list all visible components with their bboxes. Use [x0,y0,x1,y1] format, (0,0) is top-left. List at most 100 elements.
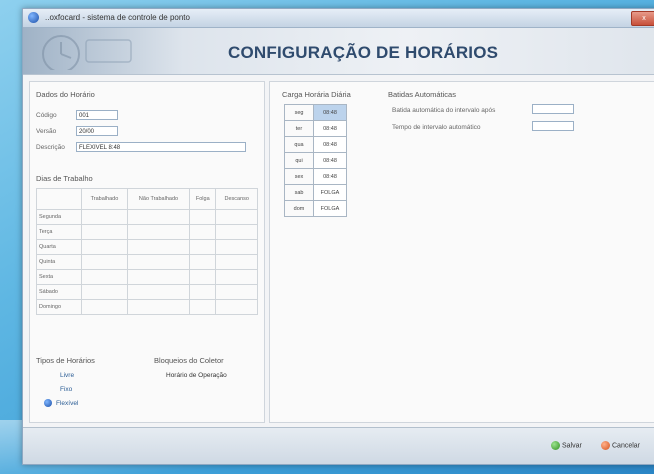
cell[interactable] [215,209,258,225]
bloqueio-horario-operacao[interactable]: Horário de Operação [166,372,227,379]
cell[interactable] [126,284,191,300]
cell[interactable] [81,254,128,270]
section-batidas-automaticas: Batidas Automáticas [388,90,456,99]
table-row[interactable]: Sábado [36,284,258,300]
hours-cell[interactable]: FOLGA [313,184,347,201]
cell[interactable] [189,239,217,255]
daily-hours-table: seg 08:48 ter 08:48 qua 08:48 qui 08:48 sex 0… [284,104,347,217]
salvar-label: Salvar [562,442,582,450]
section-tipos-horarios: Tipos de Horários [36,356,95,365]
table-row[interactable]: ter 08:48 [284,120,347,137]
hours-cell[interactable]: 08:48 [313,104,347,121]
cell[interactable] [189,269,217,285]
hours-cell[interactable]: 08:48 [313,152,347,169]
hours-cell[interactable]: 08:48 [313,168,347,185]
hours-cell[interactable]: FOLGA [313,200,347,217]
col-nao-trabalhado: Não Trabalhado [126,188,191,210]
window-title: ..oxfocard - sistema de controle de pont… [45,13,190,22]
tipo-flexivel-option[interactable]: Flexível [56,400,78,407]
tempo-intervalo-label: Tempo de intervalo automático [392,124,481,131]
cancel-icon [601,441,610,450]
app-icon [28,12,39,23]
left-panel: Dados do Horário Código 001 Versão 20/00… [29,81,265,423]
cell[interactable] [189,254,217,270]
section-dados-horario: Dados do Horário [36,90,95,99]
cell[interactable] [126,299,191,315]
cell[interactable] [215,299,258,315]
day-label: Sábado [36,284,82,300]
cell[interactable] [81,209,128,225]
cell[interactable] [81,269,128,285]
versao-label: Versão [36,128,57,135]
cell[interactable] [126,254,191,270]
cell[interactable] [126,224,191,240]
day-cell: dom [284,200,314,217]
batida-intervalo-field[interactable] [532,104,574,114]
cell[interactable] [126,239,191,255]
cell[interactable] [81,299,128,315]
section-bloqueios-coletor: Bloqueios do Coletor [154,356,224,365]
cell[interactable] [189,209,217,225]
day-label: Quinta [36,254,82,270]
table-row[interactable]: Segunda [36,209,258,225]
table-row[interactable]: qui 08:48 [284,152,347,169]
table-row[interactable]: Quarta [36,239,258,255]
day-cell: qua [284,136,314,153]
grid-corner [36,188,82,210]
cell[interactable] [215,239,258,255]
day-label: Sexta [36,269,82,285]
cell[interactable] [189,224,217,240]
hours-cell[interactable]: 08:48 [313,120,347,137]
table-row[interactable]: qua 08:48 [284,136,347,153]
col-descanso: Descanso [215,188,258,210]
tempo-intervalo-field[interactable] [532,121,574,131]
cell[interactable] [215,254,258,270]
batida-intervalo-label: Batida automática do intervalo após [392,107,496,114]
hours-cell[interactable]: 08:48 [313,136,347,153]
day-label: Segunda [36,209,82,225]
page-title: CONFIGURAÇÃO DE HORÁRIOS [228,43,499,62]
cell[interactable] [81,224,128,240]
codigo-field[interactable]: 001 [76,110,118,120]
day-cell: qui [284,152,314,169]
table-row[interactable]: sex 08:48 [284,168,347,185]
clock-logo-icon [42,35,132,70]
cancelar-button[interactable]: Cancelar [601,441,640,450]
tipo-livre-option[interactable]: Livre [60,372,74,379]
table-row[interactable]: Sexta [36,269,258,285]
right-panel: Carga Horária Diária seg 08:48 ter 08:48 q… [269,81,654,423]
cell[interactable] [189,284,217,300]
cell[interactable] [126,209,191,225]
close-button[interactable]: x [631,11,654,26]
table-row[interactable]: dom FOLGA [284,200,347,217]
cell[interactable] [81,284,128,300]
section-dias-trabalho: Dias de Trabalho [36,174,93,183]
table-row[interactable]: Terça [36,224,258,240]
salvar-button[interactable]: Salvar [551,441,582,450]
col-trabalhado: Trabalhado [81,188,128,210]
table-row[interactable]: seg 08:48 [284,104,347,121]
radio-selected-icon[interactable] [44,399,52,407]
day-cell: sex [284,168,314,185]
versao-field[interactable]: 20/00 [76,126,118,136]
cell[interactable] [81,239,128,255]
cell[interactable] [189,299,217,315]
table-row[interactable]: sab FOLGA [284,184,347,201]
header-banner: CONFIGURAÇÃO DE HORÁRIOS [23,28,654,75]
day-cell: seg [284,104,314,121]
day-cell: ter [284,120,314,137]
cell[interactable] [215,284,258,300]
cancelar-label: Cancelar [612,442,641,450]
app-window: ..oxfocard - sistema de controle de pont… [22,8,654,465]
footer-bar: Salvar Cancelar [23,427,654,464]
cell[interactable] [126,269,191,285]
table-row[interactable]: Quinta [36,254,258,270]
cell[interactable] [215,224,258,240]
day-label: Domingo [36,299,82,315]
day-label: Quarta [36,239,82,255]
cell[interactable] [215,269,258,285]
table-row[interactable]: Domingo [36,299,258,315]
day-label: Terça [36,224,82,240]
descricao-field[interactable]: FLEXIVEL 8:48 [76,142,246,152]
tipo-fixo-option[interactable]: Fixo [60,386,72,393]
